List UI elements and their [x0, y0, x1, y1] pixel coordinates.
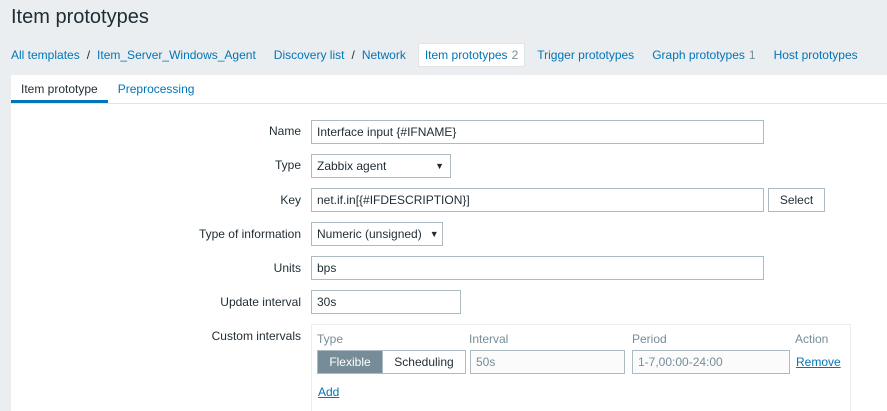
name-field[interactable]: Interface input {#IFNAME} [311, 120, 764, 144]
interval-type-toggle: Flexible Scheduling [317, 350, 466, 374]
update-interval-label: Update interval [220, 295, 301, 309]
period-field[interactable]: 1-7,00:00-24:00 [632, 350, 790, 374]
update-interval-field[interactable]: 30s [311, 290, 461, 314]
nav-host-prototypes[interactable]: Host prototypes [774, 48, 858, 62]
interval-field[interactable]: 50s [470, 350, 625, 374]
nav-trigger-prototypes[interactable]: Trigger prototypes [537, 48, 634, 62]
key-select-button[interactable]: Select [768, 188, 825, 212]
nav-item-prototypes-label[interactable]: Item prototypes [425, 48, 508, 62]
type-label: Type [274, 158, 301, 172]
item-prototypes-count: 2 [511, 48, 519, 62]
remove-interval-link[interactable]: Remove [796, 355, 841, 369]
type-info-label: Type of information [198, 227, 301, 241]
tab-preprocessing[interactable]: Preprocessing [108, 75, 205, 103]
graph-prototypes-count: 1 [748, 48, 756, 62]
chevron-down-icon: ▼ [435, 161, 444, 171]
units-field[interactable]: bps [311, 256, 764, 280]
nav-discovery-list[interactable]: Discovery list [274, 48, 345, 62]
type-info-select[interactable]: Numeric (unsigned) ▼ [311, 222, 443, 246]
tab-item-prototype[interactable]: Item prototype [11, 75, 108, 103]
key-field[interactable]: net.if.in[{#IFDESCRIPTION}] [311, 188, 764, 212]
custom-intervals-table: Type Interval Period Action Flexible Sch… [311, 324, 851, 411]
nav-all-templates[interactable]: All templates [11, 48, 80, 62]
add-interval-link[interactable]: Add [318, 385, 339, 399]
breadcrumb-separator: / [351, 48, 355, 62]
scheduling-option[interactable]: Scheduling [382, 351, 465, 373]
nav-network[interactable]: Network [362, 48, 406, 62]
col-interval-header: Interval [469, 332, 509, 346]
units-label: Units [273, 261, 301, 275]
name-label: Name [268, 124, 301, 138]
breadcrumb-nav: All templates / Item_Server_Windows_Agen… [11, 42, 858, 68]
type-info-select-value: Numeric (unsigned) [317, 227, 422, 241]
nav-item-prototypes[interactable]: Item prototypes 2 [417, 43, 526, 67]
type-select[interactable]: Zabbix agent ▼ [311, 154, 451, 178]
form-tabs: Item prototype Preprocessing [11, 75, 887, 104]
col-action-header: Action [795, 332, 829, 346]
nav-graph-prototypes[interactable]: Graph prototypes [652, 48, 745, 62]
breadcrumb-separator: / [86, 48, 91, 62]
flexible-option[interactable]: Flexible [318, 351, 382, 373]
custom-intervals-label: Custom intervals [211, 329, 301, 343]
item-prototype-form: Name Interface input {#IFNAME} Type Zabb… [11, 104, 887, 411]
type-select-value: Zabbix agent [317, 159, 387, 173]
key-label: Key [280, 193, 301, 207]
chevron-down-icon: ▼ [429, 229, 439, 239]
col-type-header: Type [317, 332, 344, 346]
nav-template[interactable]: Item_Server_Windows_Agent [97, 48, 256, 62]
col-period-header: Period [632, 332, 667, 346]
page-title: Item prototypes [11, 6, 149, 28]
